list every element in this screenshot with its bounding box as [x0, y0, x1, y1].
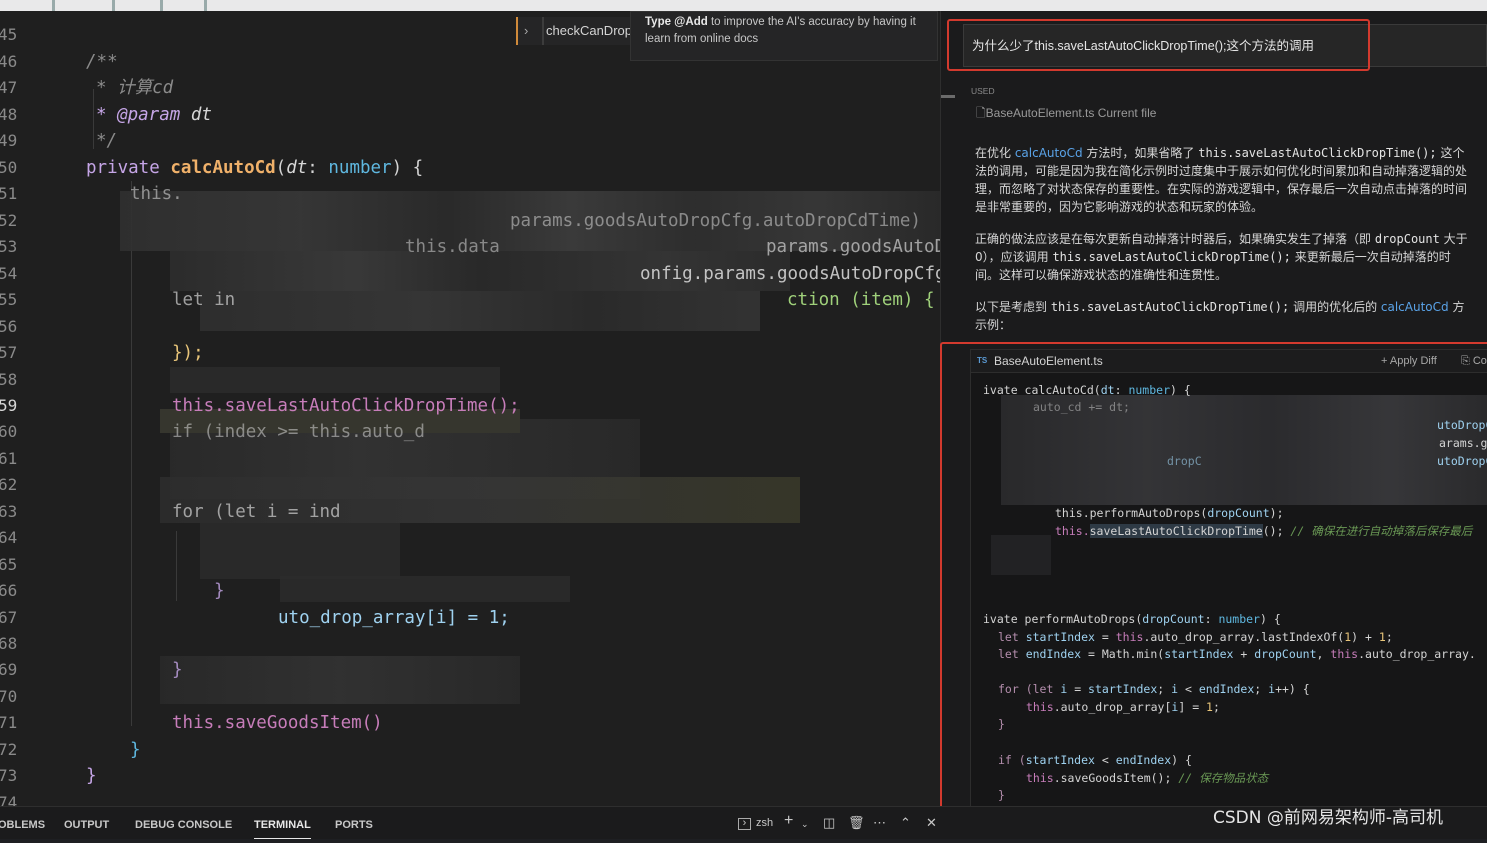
terminal-name[interactable]: zsh — [756, 817, 773, 829]
line-number: 56 — [0, 317, 18, 336]
split-terminal-icon[interactable]: ◫ — [823, 815, 835, 831]
close-brace: } — [172, 660, 183, 680]
line-number: 50 — [0, 158, 18, 177]
doc-comment-param-name: dt — [190, 105, 212, 125]
line-number: 51 — [0, 184, 18, 203]
keyword-private: private — [86, 158, 160, 178]
sticky-scroll-header[interactable]: › checkCanDrop — [516, 17, 632, 45]
divider — [542, 17, 544, 45]
line-number: 52 — [0, 211, 18, 230]
close-brace: } — [214, 581, 225, 601]
close-brace: } — [86, 766, 97, 786]
line-number: 48 — [0, 105, 18, 124]
close-paren: }); — [172, 343, 204, 363]
doc-comment-close: */ — [96, 131, 118, 151]
line-number: 69 — [0, 660, 18, 679]
line-number: 66 — [0, 581, 18, 600]
line-number: 45 — [0, 25, 18, 44]
line-number: 64 — [0, 528, 18, 547]
inline-code-link[interactable]: calcAutoCd — [1015, 146, 1083, 160]
line-number: 74 — [0, 793, 18, 806]
code-fragment: params.goodsAutoDropCf — [766, 237, 940, 257]
chevron-right-icon: › — [524, 23, 529, 38]
top-fragment — [52, 0, 55, 11]
sticky-scroll-label: checkCanDrop — [546, 23, 632, 38]
code-fragment: ction (item) { — [787, 290, 935, 310]
tooltip-bold: Type @Add — [645, 16, 708, 28]
save-goods-item-call[interactable]: this.saveGoodsItem() — [172, 710, 383, 736]
line-number: 71 — [0, 713, 18, 732]
line-number: 65 — [0, 555, 18, 574]
code-fragment: this.data — [405, 237, 500, 257]
line-number: 46 — [0, 52, 18, 71]
csdn-watermark: CSDN @前网易架构师-高司机 — [1213, 808, 1444, 828]
code-editor[interactable]: 45 46 /** 47 * 计算cd 48 * @param dt 49 */ 50 p… — [0, 11, 940, 806]
tab-output[interactable]: OUTPUT — [64, 807, 109, 839]
answer-paragraph-1: 在优化 calcAutoCd 方法时，如果省略了 this.saveLastAu… — [975, 146, 1468, 214]
answer-paragraph-3: 以下是考虑到 this.saveLastAutoClickDropTime();… — [975, 300, 1465, 332]
scroll-indicator — [941, 95, 955, 98]
code-fragment: for (let i = ind — [172, 502, 341, 522]
plus-icon[interactable]: + — [784, 812, 793, 830]
chevron-up-icon[interactable]: ⌃ — [900, 815, 911, 831]
used-file-label: BaseAutoElement.ts Current file — [985, 106, 1157, 120]
ai-hint-tooltip: Type @Add to improve the AI's accuracy b… — [630, 11, 938, 61]
line-number: 68 — [0, 634, 18, 653]
line-number: 53 — [0, 237, 18, 256]
line-number: 67 — [0, 608, 18, 627]
line-number: 61 — [0, 449, 18, 468]
tab-debug-console[interactable]: DEBUG CONSOLE — [135, 807, 232, 839]
line-number: 72 — [0, 740, 18, 759]
close-icon[interactable]: ✕ — [926, 815, 937, 831]
code-fragment: if (index >= this.auto_d — [172, 422, 425, 442]
top-fragment — [204, 0, 207, 11]
trash-icon[interactable]: 🗑 — [848, 815, 865, 831]
param-type: number — [328, 158, 392, 178]
annotation-box-query — [947, 19, 1370, 71]
line-number: 49 — [0, 131, 18, 150]
terminal-icon: › — [738, 818, 751, 830]
line-number: 70 — [0, 687, 18, 706]
line-number: 58 — [0, 370, 18, 389]
code-fragment: uto_drop_array[i] = 1; — [278, 608, 510, 628]
doc-comment-open: /** — [86, 52, 118, 72]
param-name: dt — [286, 158, 308, 178]
code-fragment: onfig.params.goodsAutoDropCfg. — [640, 264, 940, 284]
file-icon: 🗋 — [976, 106, 986, 120]
line-number: 60 — [0, 422, 18, 441]
line-number: 54 — [0, 264, 18, 283]
line-number: 57 — [0, 343, 18, 362]
used-context-file[interactable]: 🗋BaseAutoElement.ts Current file — [976, 104, 1156, 125]
line-number-current: 59 — [0, 396, 18, 415]
code-fragment: let in — [172, 290, 236, 310]
more-icon[interactable]: ⋯ — [873, 815, 886, 831]
line-number: 55 — [0, 290, 18, 309]
line-number: 62 — [0, 475, 18, 494]
top-fragment — [160, 0, 163, 11]
code-fragment: this. — [130, 184, 183, 204]
paren: ( — [275, 158, 287, 178]
colon: : — [307, 158, 329, 178]
line-number: 63 — [0, 502, 18, 521]
tab-ports[interactable]: PORTS — [335, 807, 373, 839]
decl-close: ) { — [391, 158, 424, 178]
doc-comment-param-tag: * @param — [96, 105, 181, 125]
close-brace: } — [130, 740, 141, 760]
function-name: calcAutoCd — [170, 158, 276, 178]
doc-comment-text: * 计算cd — [96, 78, 174, 98]
answer-paragraph-2: 正确的做法应该是在每次更新自动掉落计时器后，如果确实发生了掉落（即 dropCo… — [975, 232, 1468, 282]
tab-terminal[interactable]: TERMINAL — [254, 807, 311, 839]
line-number: 47 — [0, 78, 18, 97]
line-number: 73 — [0, 766, 18, 785]
used-context-label: USED — [971, 86, 995, 96]
tab-problems[interactable]: OBLEMS — [0, 807, 45, 839]
code-fragment: params.goodsAutoDropCfg.autoDropCdTime) — [510, 211, 921, 231]
top-fragment — [112, 0, 115, 11]
save-last-auto-click-drop-time-call[interactable]: this.saveLastAutoClickDropTime(); — [172, 393, 520, 419]
window-top-bar — [0, 0, 1487, 11]
annotation-box-code — [940, 342, 1487, 828]
chevron-down-icon[interactable]: ⌄ — [801, 819, 809, 830]
inline-code-link[interactable]: calcAutoCd — [1381, 300, 1449, 314]
